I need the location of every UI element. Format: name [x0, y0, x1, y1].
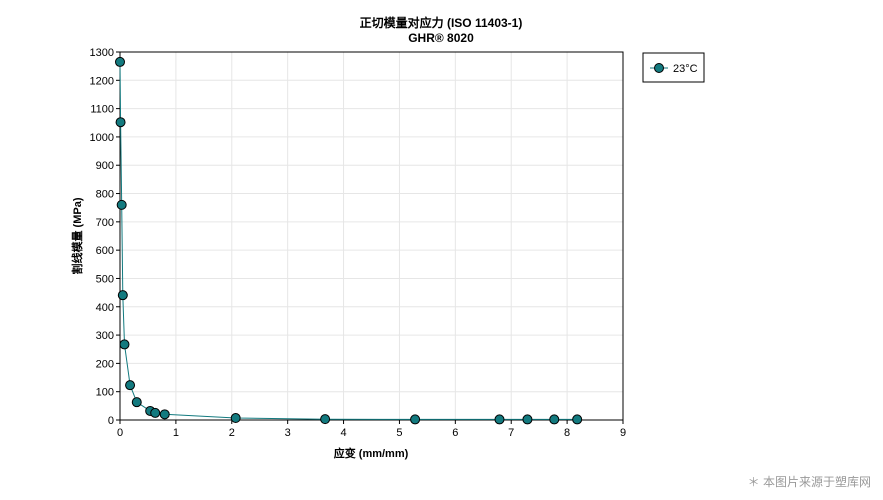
y-tick-label: 200 — [96, 358, 114, 370]
y-tick-label: 600 — [96, 245, 114, 257]
y-tick-label: 100 — [96, 387, 114, 399]
legend: 23°C — [642, 52, 705, 83]
x-tick-label: 8 — [564, 427, 570, 439]
series-layer — [115, 56, 583, 425]
data-point — [572, 414, 583, 425]
legend-marker — [654, 63, 664, 73]
y-tick-label: 1200 — [90, 75, 114, 87]
x-tick-label: 7 — [508, 427, 514, 439]
data-point — [115, 117, 126, 128]
y-tick-label: 400 — [96, 302, 114, 314]
data-point — [230, 413, 241, 424]
legend-label: 23°C — [673, 63, 698, 75]
data-point — [522, 414, 533, 425]
x-tick-label: 3 — [285, 427, 291, 439]
y-tick-label: 800 — [96, 189, 114, 201]
y-tick-label: 900 — [96, 160, 114, 172]
y-tick-label: 1300 — [90, 47, 114, 59]
y-tick-label: 1100 — [90, 104, 114, 116]
y-tick-label: 500 — [96, 273, 114, 285]
x-tick-label: 4 — [340, 427, 346, 439]
data-point — [115, 56, 125, 67]
y-tick-label: 300 — [96, 330, 114, 342]
data-point — [131, 397, 142, 408]
data-point — [159, 409, 170, 420]
chart: 正切模量对应力 (ISO 11403-1) GHR® 8020 0 1 2 3 4 5 6 7… — [70, 15, 705, 460]
data-point — [125, 380, 136, 391]
x-tick-label: 5 — [396, 427, 402, 439]
data-point — [320, 414, 331, 425]
data-point — [119, 339, 130, 350]
y-tick-label: 700 — [96, 217, 114, 229]
chart-subtitle: GHR® 8020 — [408, 31, 474, 45]
data-point — [150, 407, 161, 418]
data-point — [116, 199, 127, 210]
chart-title: 正切模量对应力 (ISO 11403-1) — [360, 15, 523, 30]
grid — [120, 52, 623, 420]
data-point — [494, 414, 505, 425]
data-point — [117, 290, 128, 301]
series-line-0 — [119, 61, 578, 420]
y-axis-label: 割线模量 (MPa) — [70, 197, 84, 274]
x-tick-label: 0 — [117, 427, 123, 439]
x-tick-label: 2 — [229, 427, 235, 439]
y-tick-label: 0 — [108, 415, 114, 427]
x-tick-label: 9 — [620, 427, 626, 439]
data-point — [410, 414, 421, 425]
x-tick-label: 1 — [173, 427, 179, 439]
x-tick-label: 6 — [452, 427, 458, 439]
y-tick-label: 1000 — [90, 132, 114, 144]
axis-ticks: 0 1 2 3 4 5 6 7 8 9 0 100 200 300 400 500 600 700 800 900 10… — [90, 47, 627, 439]
plot-frame — [119, 51, 624, 421]
watermark: ＊ 本图片来源于塑库网 — [747, 475, 871, 489]
data-point — [549, 414, 560, 425]
x-axis-label: 应变 (mm/mm) — [334, 446, 409, 460]
